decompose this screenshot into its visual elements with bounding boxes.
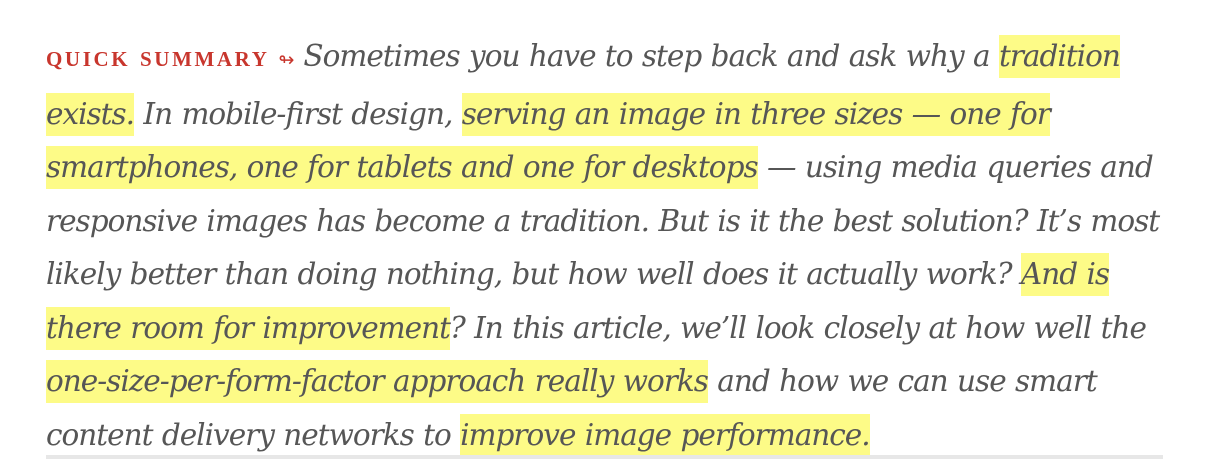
quick-summary-label: Quick Summary — [46, 47, 270, 71]
summary-text-1: Sometimes you have to step back and ask … — [303, 39, 999, 73]
squiggly-arrow-icon: ↬ — [278, 49, 295, 71]
article-summary: Quick Summary ↬ Sometimes you have to step… — [46, 30, 1166, 462]
section-divider — [46, 455, 1163, 459]
summary-text-2: In mobile-first design, — [134, 96, 462, 131]
summary-text-4: ? In this article, we’ll look closely at… — [449, 310, 1147, 345]
highlight-improve-image-performance: improve image performance. — [460, 413, 871, 457]
highlight-one-size-per-form-factor: one-size-per-form-factor approach really… — [46, 360, 709, 403]
